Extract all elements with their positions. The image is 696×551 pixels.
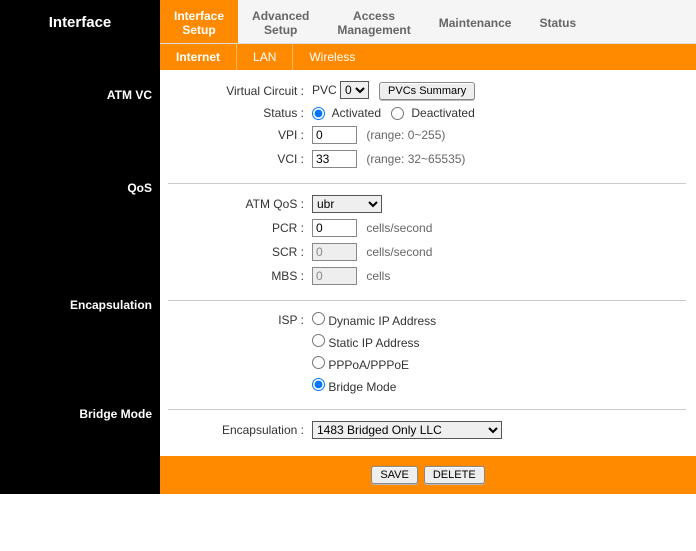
pcr-label: PCR [168,216,308,240]
main-tabs: Interface Setup Advanced Setup Access Ma… [160,0,696,44]
pcr-input[interactable] [312,219,357,237]
section-title-encapsulation: Encapsulation [0,292,160,401]
tab-maintenance[interactable]: Maintenance [425,0,526,43]
status-activated-option[interactable]: Activated [312,106,381,120]
sub-tabs: Internet LAN Wireless [160,44,696,70]
pvcs-summary-button[interactable]: PVCs Summary [379,82,475,100]
section-title-qos: QoS [0,175,160,292]
vci-input[interactable] [312,150,357,168]
isp-option-static[interactable]: Static IP Address [312,336,420,350]
subtab-internet[interactable]: Internet [160,44,236,70]
bridge-encap-select[interactable]: 1483 Bridged Only LLC [312,421,502,439]
isp-option-dynamic[interactable]: Dynamic IP Address [312,314,436,328]
tab-interface-setup[interactable]: Interface Setup [160,0,238,43]
delete-button[interactable]: DELETE [424,466,485,484]
isp-option-pppoe[interactable]: PPPoA/PPPoE [312,358,409,372]
save-button[interactable]: SAVE [371,466,418,484]
atm-qos-select[interactable]: ubr [312,195,382,213]
footer-spacer [0,456,160,494]
atm-qos-label: ATM QoS [168,192,308,216]
section-title-atm-vc: ATM VC [0,70,160,175]
vpi-input[interactable] [312,126,357,144]
vc-select[interactable]: 0 [340,81,369,99]
vci-label: VCI [168,147,308,171]
scr-label: SCR [168,240,308,264]
vci-range: (range: 32~65535) [366,152,465,166]
mbs-label: MBS [168,264,308,288]
isp-option-bridge[interactable]: Bridge Mode [312,380,396,394]
bridge-encap-label: Encapsulation [168,418,308,442]
status-deactivated-option[interactable]: Deactivated [391,106,475,120]
scr-unit: cells/second [366,245,432,259]
vpi-range: (range: 0~255) [366,128,445,142]
brand-title: Interface [0,0,160,44]
subtab-wireless[interactable]: Wireless [292,44,371,70]
status-label: Status [168,103,308,123]
vc-prefix: PVC [312,83,337,97]
footer-actions: SAVE DELETE [160,456,696,494]
vc-label: Virtual Circuit [168,78,308,103]
mbs-input [312,267,357,285]
subtab-lan[interactable]: LAN [236,44,292,70]
mbs-unit: cells [366,269,390,283]
vpi-label: VPI [168,123,308,147]
section-title-bridge-mode: Bridge Mode [0,401,160,456]
isp-label: ISP [168,309,308,331]
tab-advanced-setup[interactable]: Advanced Setup [238,0,323,43]
subbar-spacer [0,44,160,70]
tab-status[interactable]: Status [525,0,590,43]
scr-input [312,243,357,261]
tab-access-management[interactable]: Access Management [323,0,424,43]
pcr-unit: cells/second [366,221,432,235]
